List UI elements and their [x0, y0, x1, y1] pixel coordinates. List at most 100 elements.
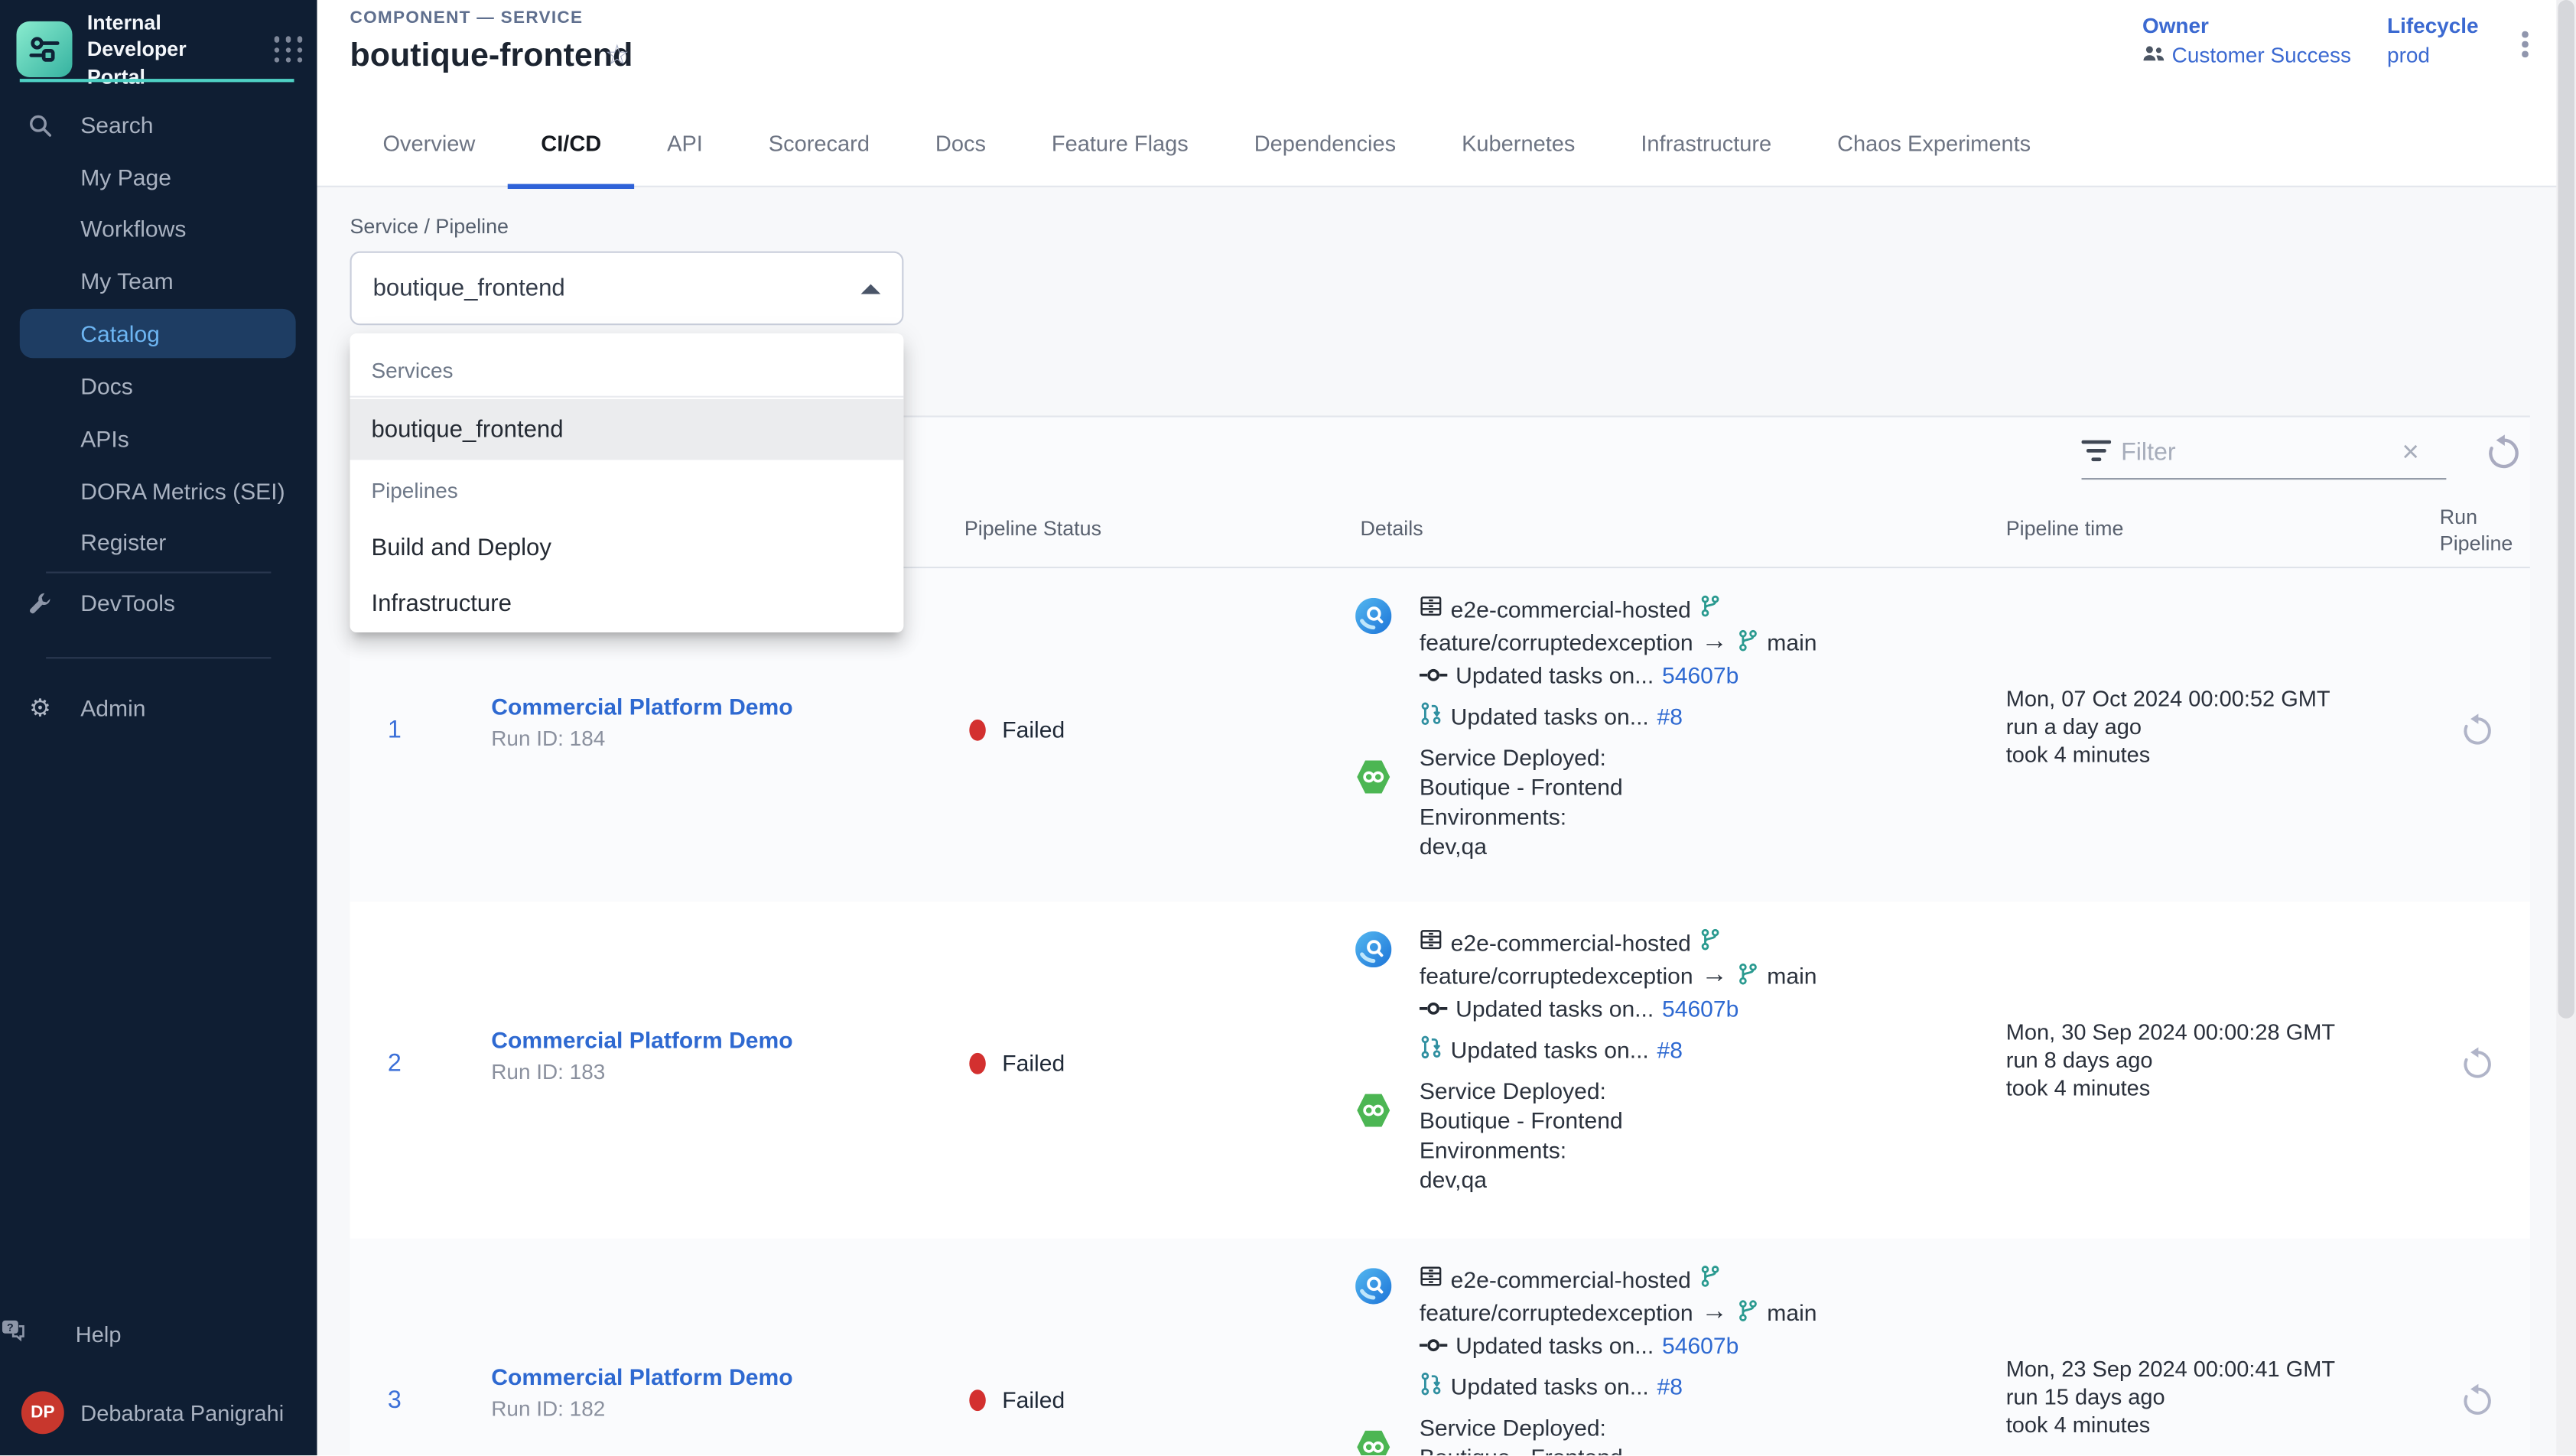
pull-request-icon [1420, 1372, 1442, 1402]
cd-module-icon [1355, 1429, 1391, 1455]
repo-name: e2e-commercial-hosted [1451, 596, 1691, 622]
run-time-ago: run 8 days ago [2006, 1048, 2153, 1072]
tab-infrastructure[interactable]: Infrastructure [1608, 99, 1804, 187]
sidebar-item-catalog[interactable]: Catalog [20, 309, 296, 358]
sidebar-item-admin[interactable]: ⚙ Admin [0, 684, 317, 733]
sidebar-item-search[interactable]: Search [0, 100, 317, 149]
repo-line: e2e-commercial-hosted [1420, 928, 1722, 957]
clear-filter-icon[interactable]: × [2399, 434, 2422, 470]
rerun-pipeline-icon[interactable] [2460, 1383, 2496, 1428]
branch-icon [1735, 629, 1758, 657]
cicd-content: Service / Pipeline boutique_frontend Fil… [317, 187, 2576, 1455]
tab-api[interactable]: API [634, 99, 736, 187]
menu-item-boutique-frontend[interactable]: boutique_frontend [350, 399, 904, 460]
tab-docs[interactable]: Docs [903, 99, 1019, 187]
sidebar-item-dora-metrics[interactable]: DORA Metrics (SEI) [0, 466, 317, 515]
refresh-icon[interactable] [2484, 434, 2524, 481]
branch-line: feature/corruptedexception → main [1420, 961, 1817, 991]
tab-dependencies[interactable]: Dependencies [1221, 99, 1429, 187]
tab-kubernetes[interactable]: Kubernetes [1429, 99, 1608, 187]
pull-request-icon [1420, 1035, 1442, 1064]
sidebar-item-help[interactable]: ? Help [0, 1309, 317, 1358]
gear-icon: ⚙ [0, 696, 80, 720]
menu-item-infrastructure[interactable]: Infrastructure [350, 577, 904, 632]
favorite-star-icon[interactable]: ☆ [604, 41, 629, 70]
app-title: Internal Developer Portal [87, 10, 245, 90]
run-time-gmt: Mon, 30 Sep 2024 00:00:28 GMT [2006, 1020, 2335, 1045]
tab-overview[interactable]: Overview [350, 99, 509, 187]
pipeline-run-row: 2 Commercial Platform Demo Run ID: 183 F… [350, 902, 2530, 1238]
sidebar-item-my-page[interactable]: My Page [0, 153, 317, 202]
scrollbar-thumb[interactable] [2558, 0, 2574, 1019]
run-duration: took 4 minutes [2006, 1076, 2151, 1100]
sidebar-divider [46, 657, 271, 658]
scrollbar-track[interactable] [2556, 0, 2576, 1455]
pr-number-link[interactable]: #8 [1657, 703, 1683, 729]
commit-hash-link[interactable]: 54607b [1662, 996, 1738, 1022]
pr-message: Updated tasks on... [1451, 1036, 1649, 1062]
tab-chaos-experiments[interactable]: Chaos Experiments [1804, 99, 2064, 187]
sidebar-item-apis[interactable]: APIs [0, 414, 317, 463]
pr-number-link[interactable]: #8 [1657, 1373, 1683, 1399]
arrow-right: → [1701, 961, 1727, 991]
pr-number-link[interactable]: #8 [1657, 1036, 1683, 1062]
column-header-details: Details [1361, 518, 1423, 541]
avatar: DP [21, 1391, 64, 1434]
sidebar-item-docs[interactable]: Docs [0, 362, 317, 411]
deployed-label: Service Deployed: [1420, 1077, 1606, 1103]
sidebar-item-my-team[interactable]: My Team [0, 256, 317, 305]
repo-name: e2e-commercial-hosted [1451, 1266, 1691, 1292]
pipeline-name-link[interactable]: Commercial Platform Demo [491, 693, 792, 719]
more-options-kebab-icon[interactable] [2517, 26, 2533, 62]
sidebar-item-register[interactable]: Register [0, 518, 317, 567]
pull-request-icon [1420, 701, 1442, 731]
search-icon [0, 112, 80, 137]
commit-icon [1420, 662, 1448, 688]
branch-from: feature/corruptedexception [1420, 1299, 1693, 1325]
ci-module-icon [1355, 1268, 1391, 1312]
pipeline-name-link[interactable]: Commercial Platform Demo [491, 1027, 792, 1053]
commit-message: Updated tasks on... [1456, 996, 1654, 1022]
tab-cicd[interactable]: CI/CD [508, 99, 634, 187]
filter-icon [2082, 440, 2112, 472]
run-duration: took 4 minutes [2006, 743, 2151, 767]
environments-label: Environments: [1420, 803, 1566, 829]
commit-hash-link[interactable]: 54607b [1662, 662, 1738, 688]
table-rows: 1 Commercial Platform Demo Run ID: 184 F… [350, 568, 2530, 1455]
pr-line: Updated tasks on... #8 [1420, 701, 1683, 731]
run-time-gmt: Mon, 23 Sep 2024 00:00:41 GMT [2006, 1357, 2335, 1381]
repo-line: e2e-commercial-hosted [1420, 1265, 1722, 1293]
lifecycle-value: prod [2387, 43, 2430, 67]
tab-feature-flags[interactable]: Feature Flags [1019, 99, 1221, 187]
app-grid-icon[interactable] [275, 37, 304, 63]
rerun-pipeline-icon[interactable] [2460, 1046, 2496, 1090]
status-badge: Failed [969, 1386, 1065, 1412]
environments-value: dev,qa [1420, 1166, 1487, 1192]
help-icon: ? [0, 1319, 76, 1349]
commit-hash-link[interactable]: 54607b [1662, 1332, 1738, 1358]
rerun-pipeline-icon[interactable] [2460, 713, 2496, 757]
sidebar-item-devtools[interactable]: DevTools [0, 578, 317, 627]
pipeline-select[interactable]: boutique_frontend [350, 252, 904, 326]
pipeline-select-menu: Services boutique_frontend Pipelines Bui… [350, 333, 904, 632]
branch-icon [1699, 928, 1722, 957]
user-menu[interactable]: DP Debabrata Panigrahi [0, 1388, 317, 1437]
status-text: Failed [1002, 717, 1065, 743]
menu-item-build-and-deploy[interactable]: Build and Deploy [350, 519, 904, 577]
cd-module-icon [1355, 759, 1391, 803]
filter-input[interactable]: Filter [2121, 439, 2176, 467]
sidebar-item-workflows[interactable]: Workflows [0, 203, 317, 252]
commit-message: Updated tasks on... [1456, 662, 1654, 688]
tab-scorecard[interactable]: Scorecard [736, 99, 903, 187]
status-badge: Failed [969, 717, 1065, 743]
branch-line: feature/corruptedexception → main [1420, 628, 1817, 658]
commit-icon [1420, 996, 1448, 1022]
status-text: Failed [1002, 1050, 1065, 1076]
pipeline-name-link[interactable]: Commercial Platform Demo [491, 1363, 792, 1389]
deployed-service: Boutique - Frontend [1420, 1107, 1623, 1133]
owner-value-link[interactable]: Customer Success [2172, 43, 2351, 67]
run-duration: took 4 minutes [2006, 1412, 2151, 1437]
pipeline-select-value: boutique_frontend [352, 275, 565, 301]
app-logo-icon [16, 22, 72, 78]
run-time-ago: run a day ago [2006, 714, 2142, 739]
